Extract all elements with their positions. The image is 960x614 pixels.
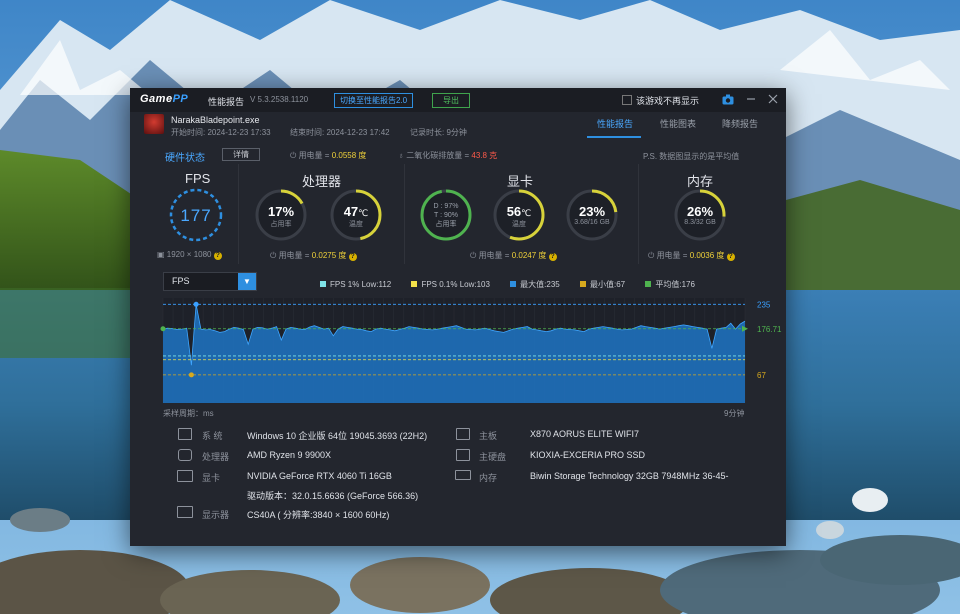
cpu-power-value: 0.0275 度	[311, 251, 347, 260]
metric-select[interactable]: FPS ▼	[163, 272, 257, 291]
gpu-power-value: 0.0247 度	[511, 251, 547, 260]
disk-icon	[456, 449, 470, 461]
legend-swatch	[510, 281, 517, 287]
reference-label: 235	[757, 300, 771, 309]
gpu-t-usage: T : 90%	[434, 212, 458, 219]
cpu-usage-value: 17%	[267, 204, 295, 219]
board-value: X870 AORUS ELITE WIFI7	[530, 429, 640, 439]
reference-label: 67	[757, 371, 766, 380]
display-label: 显示器	[202, 510, 230, 520]
x-axis-right-label: 9分钟	[724, 409, 745, 418]
chart-legend: FPS 1% Low:112 FPS 0.1% Low:103 最大值:235 …	[320, 279, 695, 290]
cpu-temp-label: 温度	[349, 221, 363, 228]
legend-swatch	[320, 281, 326, 287]
avg-start-marker	[160, 326, 166, 332]
memory-icon	[455, 470, 471, 480]
legend-item: 平均值:176	[645, 280, 695, 289]
motherboard-icon	[456, 428, 470, 440]
cpu-usage-label: 占用率	[270, 221, 292, 228]
cpu-temp-text: 47℃ 温度	[331, 204, 381, 229]
gpu-temp-text: 56℃ 温度	[494, 204, 544, 229]
legend-label: FPS 0.1% Low:103	[421, 280, 490, 289]
cpu-temp-value: 47	[343, 204, 359, 219]
gpu-power-label: 用电量 =	[478, 251, 510, 260]
cpu-value: AMD Ryzen 9 9900X	[247, 450, 332, 460]
os-icon	[178, 428, 192, 440]
metric-select-value: FPS	[172, 276, 190, 286]
cpu-power: ⏻ 用电量 = 0.0275 度 ?	[270, 250, 357, 261]
gpu-value: NVIDIA GeForce RTX 4060 Ti 16GB	[247, 471, 392, 481]
legend-swatch	[579, 281, 586, 287]
gpu-usage-text: D : 97% T : 90% 占用率	[421, 202, 471, 229]
mem-power-value: 0.0036 度	[689, 251, 725, 260]
legend-item: 最大值:235	[510, 280, 560, 289]
board-label: 主板	[479, 431, 498, 441]
monitor-icon: ▣	[157, 250, 167, 259]
fps-chart[interactable]: 235 176.71 67	[130, 293, 786, 408]
gpu-icon	[177, 470, 193, 482]
cpu-power-label: 用电量 =	[278, 251, 310, 260]
os-value: Windows 10 企业版 64位 19045.3693 (22H2)	[247, 431, 428, 441]
disk-value: KIOXIA-EXCERIA PRO SSD	[530, 450, 646, 460]
driver-value: 驱动版本：32.0.15.6636 (GeForce 566.36)	[247, 491, 419, 501]
resolution-value: 1920 × 1080	[166, 250, 212, 259]
x-axis-left-label: 采样周期：ms	[163, 409, 214, 418]
gpu-temp-value: 56	[506, 204, 522, 219]
help-icon[interactable]: ?	[213, 252, 222, 260]
mem-usage-text: 26% 8.3/32 GB	[675, 204, 725, 226]
legend-item: 最小值:67	[579, 280, 626, 289]
gamepp-window: GamePP 性能报告 V 5.3.2538.1120 切换至性能报告2.0 导…	[130, 88, 786, 546]
legend-item: FPS 0.1% Low:103	[411, 280, 490, 289]
gpu-vram-sub: 3.68/16 GB	[574, 219, 610, 226]
gpu-temp-label: 温度	[512, 221, 526, 228]
mem-usage-value: 26%	[686, 204, 714, 219]
gpu-label: 显卡	[202, 473, 221, 483]
mem-label: 内存	[479, 473, 498, 483]
legend-label: FPS 1% Low:112	[330, 280, 392, 289]
chevron-down-icon[interactable]: ▼	[238, 273, 256, 290]
gpu-vram-text: 23% 3.68/16 GB	[567, 204, 617, 226]
legend-swatch	[411, 281, 418, 287]
display-value: CS40A ( 分辨率:3840 × 1600 60Hz)	[247, 510, 390, 520]
gpu-d-usage: D : 97%	[433, 203, 459, 210]
help-icon[interactable]: ?	[548, 253, 557, 261]
mem-power: ⏻ 用电量 = 0.0036 度 ?	[648, 250, 735, 261]
resolution: ▣ 1920 × 1080 ?	[157, 250, 222, 260]
cpu-icon	[178, 449, 192, 461]
power-icon: ⏻	[470, 251, 479, 260]
max-marker	[193, 301, 199, 307]
power-icon: ⏻	[648, 251, 657, 260]
min-marker	[188, 372, 194, 378]
os-label: 系 统	[202, 431, 223, 441]
help-icon[interactable]: ?	[726, 253, 735, 261]
power-icon: ⏻	[270, 251, 279, 260]
fps-value: 177	[180, 206, 212, 225]
reference-label: 176.71	[757, 325, 782, 334]
disk-label: 主硬盘	[479, 452, 507, 462]
cpu-label: 处理器	[202, 452, 230, 462]
display-icon	[177, 506, 193, 518]
gpu-vram-value: 23%	[578, 204, 606, 219]
legend-label: 最小值:67	[589, 280, 626, 289]
gpu-usage-label: 占用率	[435, 221, 457, 228]
legend-item: FPS 1% Low:112	[320, 280, 391, 289]
help-icon[interactable]: ?	[348, 253, 357, 261]
cpu-temp-unit: ℃	[358, 208, 369, 218]
gpu-power: ⏻ 用电量 = 0.0247 度 ?	[470, 250, 557, 261]
legend-label: 最大值:235	[520, 280, 560, 289]
mem-power-label: 用电量 =	[656, 251, 688, 260]
legend-label: 平均值:176	[655, 280, 695, 289]
legend-swatch	[645, 281, 652, 287]
cpu-usage-text: 17% 占用率	[256, 204, 306, 229]
gpu-temp-unit: ℃	[521, 208, 532, 218]
mem-usage-sub: 8.3/32 GB	[684, 219, 716, 226]
mem-value: Biwin Storage Technology 32GB 7948MHz 36…	[530, 471, 729, 481]
